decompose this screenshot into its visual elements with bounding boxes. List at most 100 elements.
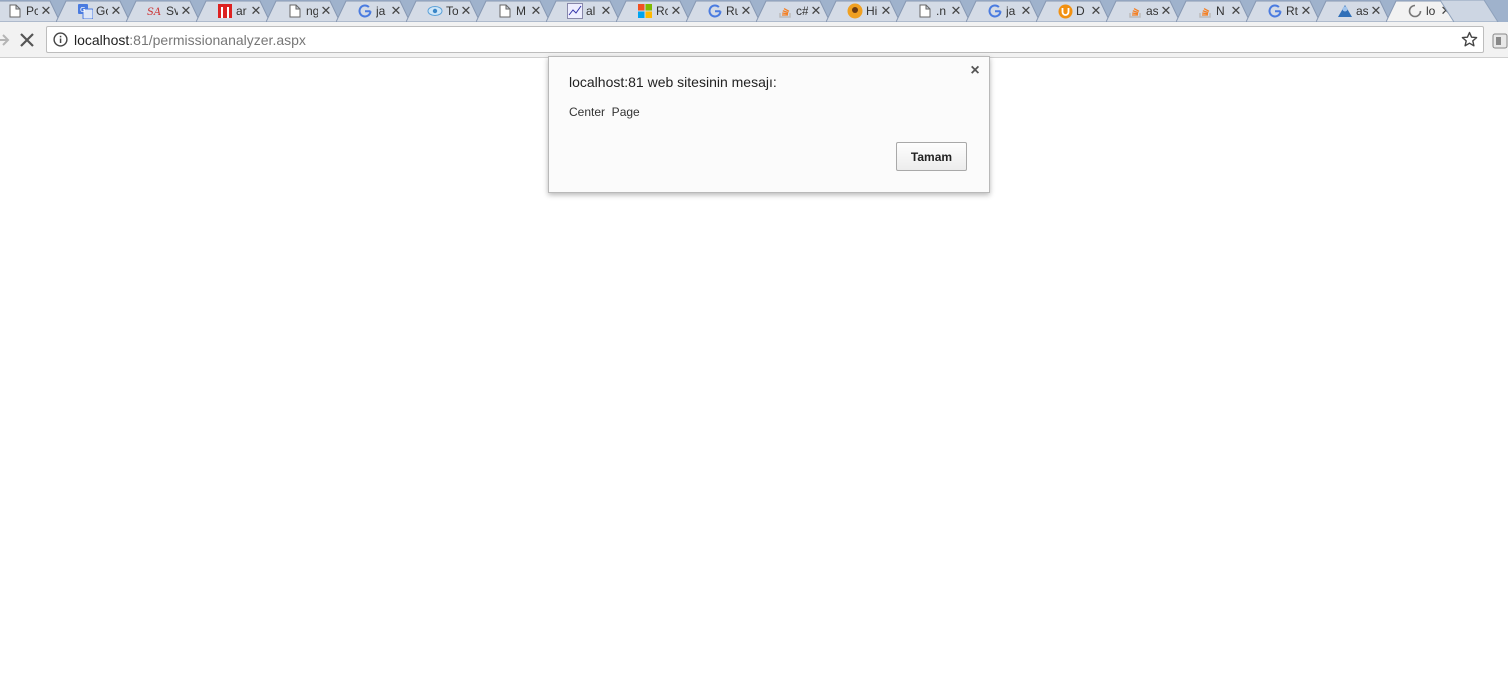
- tab-15[interactable]: ja ✕: [966, 0, 1040, 22]
- tab-strip: Pc✕GGo✕SASv✕ar✕ng✕ja✕To✕M✕al✕Rc✕Ru✕c#✕Hi…: [0, 0, 1508, 22]
- microsoft-icon: [637, 3, 653, 19]
- tab-close-icon[interactable]: ✕: [1299, 3, 1313, 19]
- google-icon: [987, 3, 1003, 19]
- tab-close-icon[interactable]: ✕: [1019, 3, 1033, 19]
- dialog-message: Center Page: [569, 105, 640, 119]
- orange-u-icon: [1057, 3, 1073, 19]
- tab-11[interactable]: Ru✕: [686, 0, 760, 22]
- eye-icon: [427, 3, 443, 19]
- tab-title: M: [516, 4, 526, 18]
- document-icon: [7, 3, 23, 19]
- tab-close-icon[interactable]: ✕: [249, 3, 263, 19]
- tab-close-icon[interactable]: ✕: [1089, 3, 1103, 19]
- tab-17[interactable]: as ✕: [1106, 0, 1180, 22]
- tab-title: Pc: [26, 4, 38, 18]
- tab-title: ja: [376, 4, 386, 18]
- tab-7[interactable]: To ✕: [406, 0, 480, 22]
- stackoverflow-icon: [777, 3, 793, 19]
- tab-title: al: [586, 4, 596, 18]
- dialog-title: localhost:81 web sitesinin mesajı:: [569, 74, 777, 90]
- tab-14[interactable]: .n ✕: [896, 0, 970, 22]
- blue-person-icon: [1337, 3, 1353, 19]
- document-icon: [917, 3, 933, 19]
- url-text[interactable]: localhost:81/permissionanalyzer.aspx: [74, 32, 306, 48]
- tab-12[interactable]: c# ✕: [756, 0, 830, 22]
- tab-close-icon[interactable]: ✕: [879, 3, 893, 19]
- tab-title: Sv: [166, 4, 178, 18]
- tab-18[interactable]: N ✕: [1176, 0, 1250, 22]
- bookmark-star-icon[interactable]: [1461, 31, 1478, 48]
- tab-close-icon[interactable]: ✕: [459, 3, 473, 19]
- tab-title: .n: [936, 4, 947, 18]
- svg-text:SA: SA: [147, 7, 161, 18]
- info-icon[interactable]: [53, 32, 68, 47]
- tab-close-icon[interactable]: ✕: [599, 3, 613, 19]
- stop-loading-icon[interactable]: [19, 32, 35, 48]
- tab-10[interactable]: Rc ✕: [616, 0, 690, 22]
- url-path: :81/permissionanalyzer.aspx: [129, 32, 306, 48]
- browser-toolbar: localhost:81/permissionanalyzer.aspx: [0, 22, 1508, 58]
- tab-title: lo: [1426, 4, 1436, 18]
- chart-icon: [567, 3, 583, 19]
- tab-title: ng: [306, 4, 318, 18]
- tab-6[interactable]: ja ✕: [336, 0, 410, 22]
- tab-close-icon[interactable]: ✕: [109, 3, 123, 19]
- red-n-icon: [217, 3, 233, 19]
- tab-3[interactable]: SA Sv ✕: [126, 0, 200, 22]
- tab-16[interactable]: D ✕: [1036, 0, 1110, 22]
- tab-title: ja: [1006, 4, 1016, 18]
- tab-title: c#: [796, 4, 808, 18]
- alert-dialog: localhost:81 web sitesinin mesajı: × Cen…: [548, 56, 990, 193]
- tab-4[interactable]: ar ✕: [196, 0, 270, 22]
- google-icon: [357, 3, 373, 19]
- tab-title: Hi: [866, 4, 878, 18]
- tab-5[interactable]: ng ✕: [266, 0, 340, 22]
- tab-1[interactable]: Pc ✕: [0, 0, 60, 22]
- tab-title: Rc: [656, 4, 668, 18]
- tab-19[interactable]: Rt ✕: [1246, 0, 1320, 22]
- tab-close-icon[interactable]: ✕: [1369, 3, 1383, 19]
- tab-close-icon[interactable]: ✕: [739, 3, 753, 19]
- tab-close-icon[interactable]: ✕: [179, 3, 193, 19]
- w3schools-icon: SA: [147, 3, 163, 19]
- tab-close-icon[interactable]: ✕: [1229, 3, 1243, 19]
- tab-title: N: [1216, 4, 1225, 18]
- tab-title: Rt: [1286, 4, 1298, 18]
- tab-title: To: [446, 4, 458, 18]
- tab-2[interactable]: G Go✕: [56, 0, 130, 22]
- tab-close-icon[interactable]: ✕: [389, 3, 403, 19]
- stackoverflow-icon: [1197, 3, 1213, 19]
- forward-arrow-icon[interactable]: [0, 31, 10, 49]
- tab-close-icon[interactable]: ✕: [809, 3, 823, 19]
- tab-close-icon[interactable]: ✕: [529, 3, 543, 19]
- dialog-close-icon[interactable]: ×: [969, 63, 981, 79]
- tab-8[interactable]: M ✕: [476, 0, 550, 22]
- extension-icon[interactable]: [1492, 33, 1508, 49]
- tab-close-icon[interactable]: ✕: [319, 3, 333, 19]
- new-tab-button[interactable]: [1440, 0, 1500, 22]
- tab-20[interactable]: as ✕: [1316, 0, 1390, 22]
- loading-spinner-icon: [1407, 3, 1423, 19]
- tab-close-icon[interactable]: ✕: [1159, 3, 1173, 19]
- tab-title: D: [1076, 4, 1085, 18]
- tab-title: as: [1356, 4, 1368, 18]
- orange-badge-icon: [847, 3, 863, 19]
- url-host: localhost: [74, 32, 130, 48]
- tab-close-icon[interactable]: ✕: [669, 3, 683, 19]
- svg-text:G: G: [80, 6, 85, 14]
- google-icon: [1267, 3, 1283, 19]
- tab-13[interactable]: Hi ✕: [826, 0, 900, 22]
- tab-9[interactable]: al ✕: [546, 0, 620, 22]
- tab-close-icon[interactable]: ✕: [949, 3, 963, 19]
- address-bar[interactable]: localhost:81/permissionanalyzer.aspx: [46, 26, 1484, 53]
- tab-title: Ru: [726, 4, 738, 18]
- document-icon: [287, 3, 303, 19]
- tab-title: ar: [236, 4, 247, 18]
- google-icon: [707, 3, 723, 19]
- document-icon: [497, 3, 513, 19]
- stackoverflow-icon: [1127, 3, 1143, 19]
- ok-button[interactable]: Tamam: [896, 142, 967, 171]
- tab-close-icon[interactable]: ✕: [39, 3, 53, 19]
- google-translate-icon: G: [77, 3, 93, 19]
- tab-title: Go: [96, 4, 108, 18]
